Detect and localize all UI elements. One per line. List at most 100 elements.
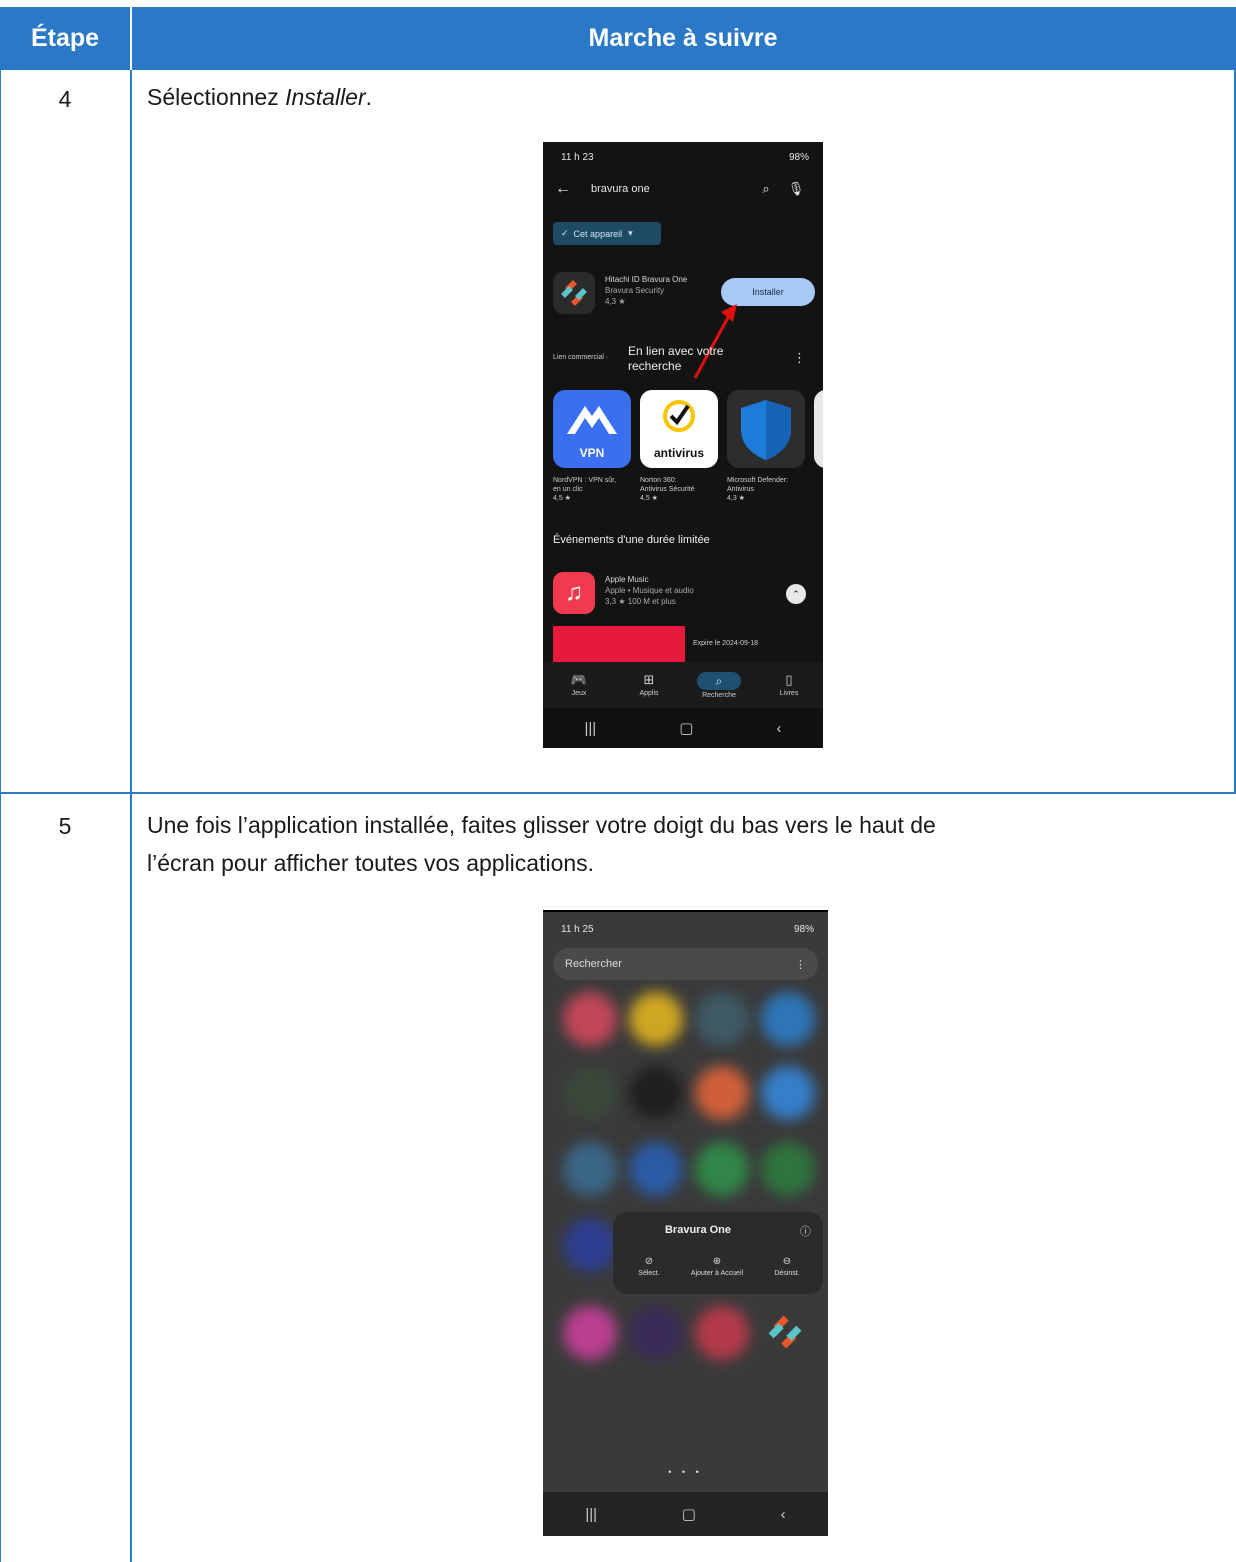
status-time: 11 h 25	[561, 923, 594, 935]
app-drawer-screenshot: 11 h 25 98% Rechercher ⋮ Bravura One ⓘ ⊘	[543, 910, 828, 1536]
column-divider	[130, 70, 132, 1562]
partial-tile	[814, 390, 823, 468]
check-circle-icon: ⊘	[644, 1256, 654, 1267]
add-circle-icon: ⊕	[712, 1256, 722, 1267]
play-store-screenshot: 11 h 23 98% ← bravura one ⌕ 🎙 ✓ Cet appa…	[543, 142, 823, 748]
recents-icon: |||	[585, 1505, 598, 1523]
screenshot-top-edge	[543, 910, 828, 912]
app-name: Hitachi ID Bravura One	[605, 275, 688, 284]
nordvpn-tile: VPN	[553, 390, 631, 468]
app-developer: Bravura Security	[605, 286, 665, 295]
nav-label: Jeux	[571, 690, 587, 697]
nav-label: Livres	[779, 690, 799, 697]
bottom-navigation: 🎮 Jeux ⊞ Applis ⌕ Recherche ▯ Livres	[543, 662, 823, 708]
blurred-app-icon	[695, 1306, 749, 1360]
nav-label: Applis	[639, 690, 659, 697]
chevron-up-icon: ⌃	[786, 584, 806, 604]
blurred-app-icon	[563, 1218, 617, 1272]
status-battery: 98%	[788, 151, 809, 163]
nav-books: ▯ Livres	[761, 672, 817, 697]
music-meta: Apple Music Apple • Musique et audio 3,3…	[605, 574, 694, 607]
recents-icon: |||	[584, 719, 597, 737]
blurred-app-icon	[761, 1066, 815, 1120]
nav-label: Recherche	[702, 692, 736, 699]
blurred-app-icon	[629, 1142, 683, 1196]
instruction-line1: Une fois l’application installée, faites…	[147, 812, 936, 838]
sponsored-section: Lien commercial · En lien avec votre rec…	[553, 344, 818, 374]
tile-name: Norton 360: Antivirus Sécurité 4,5 ★	[640, 476, 694, 503]
dropdown-icon: ▾	[628, 228, 633, 238]
instruction-table: Étape Marche à suivre 4 Sélectionnez Ins…	[0, 0, 1236, 1562]
bravura-one-app-icon	[763, 1310, 807, 1354]
app-meta: Hitachi ID Bravura One Bravura Security …	[605, 274, 687, 307]
instruction-text: Sélectionnez	[147, 84, 286, 110]
search-icon: ⌕	[762, 181, 770, 196]
tile-name-line1: NordVPN : VPN sûr,	[553, 477, 617, 484]
microphone-icon: 🎙	[787, 181, 805, 196]
search-query: bravura one	[591, 183, 650, 195]
nav-games: 🎮 Jeux	[551, 672, 607, 697]
music-note-icon: ♫	[553, 572, 595, 614]
blurred-app-icon	[629, 1066, 683, 1120]
blurred-app-icon	[563, 1142, 617, 1196]
tile-name-line2: Antivirus	[727, 486, 754, 493]
page-indicator: • • •	[668, 1467, 703, 1477]
context-menu-title: Bravura One	[664, 1224, 732, 1236]
instruction-end: .	[365, 84, 373, 110]
tile-name: Microsoft Defender: Antivirus 4,3 ★	[727, 476, 788, 503]
sponsored-apps: VPN antivirus	[553, 390, 823, 470]
music-name: Apple Music	[605, 575, 649, 584]
tile-name-line1: Norton 360:	[640, 477, 677, 484]
tile-rating: 4,3 ★	[727, 495, 745, 502]
info-icon: ⓘ	[800, 1226, 811, 1238]
blurred-app-icon	[695, 1066, 749, 1120]
gamepad-icon: 🎮	[570, 672, 588, 687]
instruction-emphasis: Installer	[285, 84, 366, 110]
sponsored-label: Lien commercial ·	[553, 354, 609, 361]
system-navigation-bar: ||| ▢ ‹	[543, 1492, 828, 1536]
action-label: Ajouter à Accueil	[690, 1270, 744, 1277]
home-icon: ▢	[681, 1506, 696, 1523]
home-icon: ▢	[679, 720, 694, 737]
music-stats: 3,3 ★ 100 M et plus	[605, 597, 676, 606]
tile-name-line2: en un clic	[553, 486, 583, 493]
bravura-logo-icon	[561, 280, 587, 306]
tile-rating: 4,5 ★	[640, 495, 658, 502]
blurred-app-icon	[563, 992, 617, 1046]
more-options-icon: ⋮	[793, 350, 806, 365]
music-sub: Apple • Musique et audio	[605, 586, 694, 595]
step-instruction: Sélectionnez Installer.	[147, 78, 1217, 116]
step-number: 4	[58, 86, 72, 112]
check-icon: ✓	[561, 228, 569, 238]
blurred-app-icon	[629, 1306, 683, 1360]
search-icon: ⌕	[697, 672, 741, 690]
system-navigation-bar: ||| ▢ ‹	[543, 708, 823, 748]
status-time: 11 h 23	[561, 151, 594, 163]
back-arrow-icon: ←	[555, 180, 571, 197]
sponsored-title-line1: En lien avec votre	[628, 344, 724, 358]
nav-apps: ⊞ Applis	[621, 672, 677, 697]
bravura-app-icon	[553, 272, 595, 314]
back-icon: ‹	[780, 1505, 786, 1523]
blurred-app-icon	[563, 1306, 617, 1360]
row-divider	[0, 792, 1236, 794]
uninstall-action: ⊖ Désinst.	[755, 1256, 819, 1277]
apple-music-row: ♫ Apple Music Apple • Musique et audio 3…	[553, 572, 818, 618]
section-title: Événements d'une durée limitée	[553, 534, 710, 546]
app-context-menu: Bravura One ⓘ ⊘ Sélect. ⊕ Ajouter à Accu…	[613, 1212, 823, 1294]
blurred-app-icon	[761, 992, 815, 1046]
tile-label: antivirus	[653, 446, 704, 460]
search-bar: ← bravura one ⌕ 🎙	[543, 172, 823, 206]
search-placeholder: Rechercher	[565, 958, 622, 970]
nav-search: ⌕ Recherche	[691, 672, 747, 699]
add-home-action: ⊕ Ajouter à Accueil	[685, 1256, 749, 1277]
status-battery: 98%	[793, 923, 814, 935]
tile-label: VPN	[579, 446, 605, 460]
app-search-bar: Rechercher ⋮	[553, 948, 818, 980]
bravura-logo-icon	[768, 1315, 802, 1349]
blurred-app-icon	[695, 1142, 749, 1196]
step-number: 5	[58, 813, 72, 839]
action-label: Désinst.	[774, 1270, 800, 1277]
tile-name-line1: Microsoft Defender:	[727, 477, 789, 484]
shield-icon	[741, 400, 791, 460]
